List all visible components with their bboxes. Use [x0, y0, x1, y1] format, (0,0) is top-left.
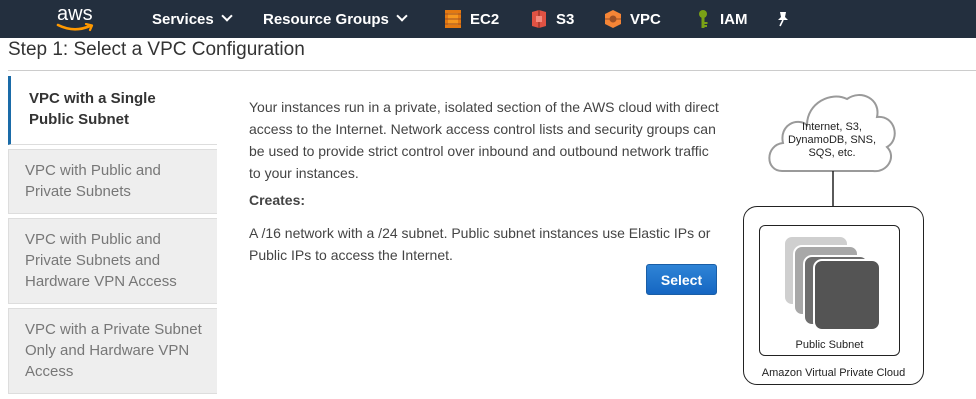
aws-smile-icon — [56, 23, 94, 32]
shortcut-iam[interactable]: IAM — [694, 0, 748, 38]
tab-public-private-vpn[interactable]: VPC with Public and Private Subnets and … — [8, 218, 217, 304]
tab-single-public-subnet[interactable]: VPC with a Single Public Subnet — [8, 76, 217, 145]
resource-groups-menu[interactable]: Resource Groups — [263, 0, 408, 38]
aws-logo[interactable]: aws — [52, 3, 102, 35]
chevron-down-icon — [221, 10, 233, 22]
public-subnet-label: Public Subnet — [795, 339, 864, 351]
pin-icon — [778, 12, 788, 27]
cloud-label-line: DynamoDB, SNS, — [787, 134, 877, 146]
tab-private-only-vpn[interactable]: VPC with a Private Subnet Only and Hardw… — [8, 308, 217, 394]
vpc-label: Amazon Virtual Private Cloud — [761, 367, 906, 379]
shortcut-vpc-label: VPC — [630, 10, 661, 28]
services-label: Services — [152, 10, 214, 28]
creates-heading: Creates: — [249, 192, 306, 208]
select-button[interactable]: Select — [646, 264, 717, 295]
resource-groups-label: Resource Groups — [263, 10, 389, 28]
pin-button[interactable] — [776, 0, 790, 38]
vpc-config-tabs: VPC with a Single Public Subnet VPC with… — [8, 76, 217, 398]
cloud-label: Internet, S3, DynamoDB, SNS, SQS, etc. — [771, 121, 893, 160]
shortcut-s3[interactable]: S3 — [530, 0, 574, 38]
shortcut-iam-label: IAM — [720, 10, 748, 28]
shortcut-ec2-label: EC2 — [470, 10, 500, 28]
tab-public-private-subnets[interactable]: VPC with Public and Private Subnets — [8, 149, 217, 214]
page-title: Step 1: Select a VPC Configuration — [8, 39, 305, 60]
vpc-diagram: Internet, S3, DynamoDB, SNS, SQS, etc. P… — [735, 85, 935, 390]
chevron-down-icon — [396, 10, 408, 22]
cloud-label-line: SQS, etc. — [808, 147, 856, 159]
shortcut-s3-label: S3 — [556, 10, 575, 28]
title-divider — [8, 70, 976, 71]
ec2-icon — [445, 10, 461, 28]
shortcut-ec2[interactable]: EC2 — [444, 0, 499, 38]
services-menu[interactable]: Services — [152, 0, 233, 38]
config-description: Your instances run in a private, isolate… — [249, 99, 719, 181]
shortcut-vpc[interactable]: VPC — [604, 0, 661, 38]
instance-icon — [813, 259, 881, 331]
top-navigation-bar: aws Services Resource Groups EC2 S3 VPC … — [0, 0, 976, 38]
iam-icon — [699, 10, 708, 28]
s3-icon — [532, 10, 546, 28]
cloud-label-line: Internet, S3, — [802, 121, 862, 133]
vpc-icon — [605, 10, 621, 28]
creates-description: A /16 network with a /24 subnet. Public … — [249, 225, 711, 263]
